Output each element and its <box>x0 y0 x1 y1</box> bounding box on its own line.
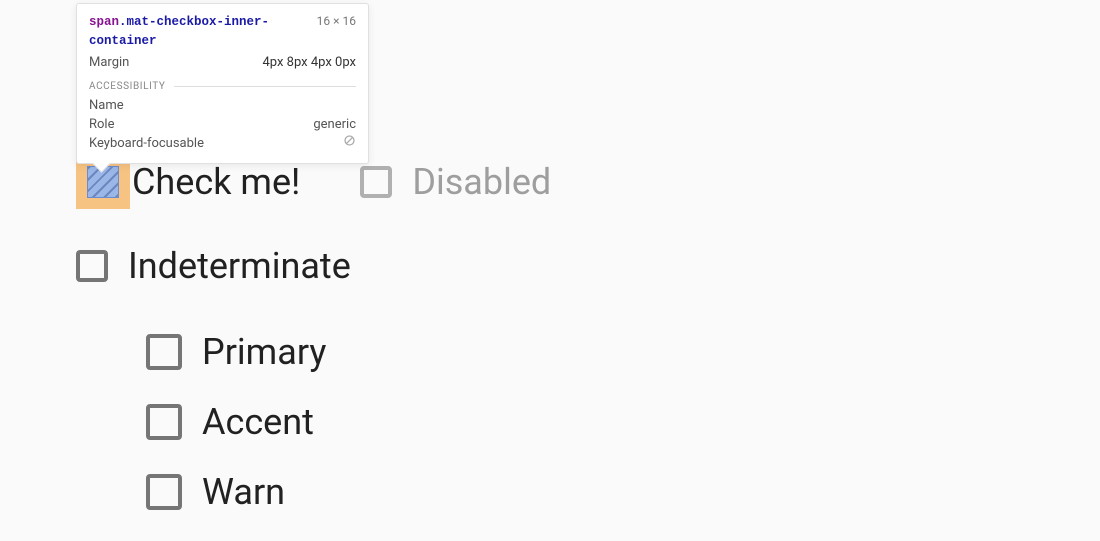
label-check-me[interactable]: Check me! <box>132 161 300 203</box>
tooltip-a11y-role-value: generic <box>313 115 356 134</box>
tooltip-divider <box>174 86 356 87</box>
checkbox-demo-area: Check me! Disabled Indeterminate Primary… <box>76 155 551 541</box>
label-disabled: Disabled <box>412 161 551 203</box>
checkbox-primary[interactable] <box>146 334 182 370</box>
checkbox-warn[interactable] <box>146 474 182 510</box>
devtools-element-tooltip: span.mat-checkbox-inner-container 16 × 1… <box>76 3 369 164</box>
tooltip-dimensions: 16 × 16 <box>317 12 356 31</box>
tooltip-margin-label: Margin <box>89 53 129 72</box>
tooltip-selector-tag: span <box>89 15 119 29</box>
tooltip-a11y-role-label: Role <box>89 115 114 134</box>
prohibited-icon <box>343 134 356 147</box>
checkbox-disabled <box>360 166 392 198</box>
tooltip-margin-value: 4px 8px 4px 0px <box>262 53 356 72</box>
label-warn[interactable]: Warn <box>202 471 285 513</box>
label-accent[interactable]: Accent <box>202 401 314 443</box>
tooltip-a11y-name-label: Name <box>89 96 124 115</box>
tooltip-accessibility-heading: ACCESSIBILITY <box>89 81 166 92</box>
label-primary[interactable]: Primary <box>202 331 326 373</box>
checkbox-indeterminate[interactable] <box>76 250 108 282</box>
tooltip-a11y-focusable-label: Keyboard-focusable <box>89 134 204 153</box>
tooltip-selector: span.mat-checkbox-inner-container <box>89 13 317 51</box>
checkbox-accent[interactable] <box>146 404 182 440</box>
label-indeterminate[interactable]: Indeterminate <box>128 245 351 287</box>
